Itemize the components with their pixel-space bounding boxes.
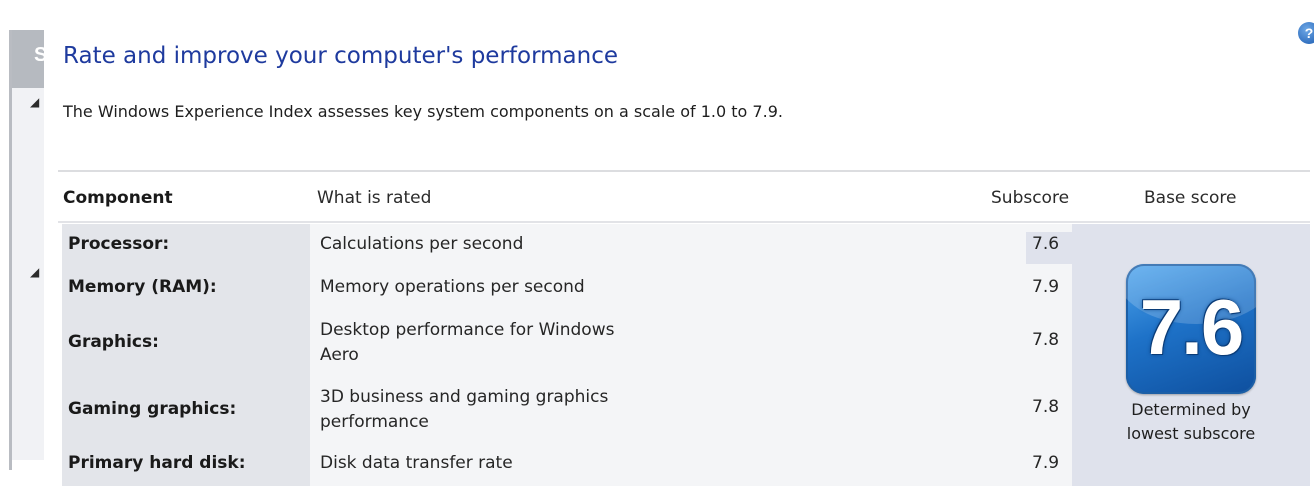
row-processor-subscore: 7.6	[1032, 234, 1060, 254]
row-gaming-graphics-subscore: 7.8	[1032, 397, 1060, 417]
row-graphics-component: Graphics:	[68, 332, 159, 352]
column-header-base-score: Base score	[1144, 188, 1237, 208]
row-hard-disk-component: Primary hard disk:	[68, 453, 246, 473]
row-hard-disk-subscore: 7.9	[1032, 453, 1060, 473]
row-gaming-graphics-what-rated-line1: 3D business and gaming graphics	[320, 387, 609, 407]
row-gaming-graphics-component: Gaming graphics:	[68, 399, 237, 419]
base-score-badge: 7.6	[1126, 264, 1256, 394]
page-description: The Windows Experience Index assesses ke…	[63, 102, 783, 121]
collapse-arrow-icon[interactable]: ◢	[30, 95, 39, 109]
row-processor-what-rated: Calculations per second	[320, 234, 524, 254]
base-score-caption: Determined by lowest subscore	[1100, 398, 1282, 446]
column-header-what-is-rated: What is rated	[317, 188, 432, 208]
row-graphics-what-rated-line2: Aero	[320, 345, 359, 365]
base-score-caption-line2: lowest subscore	[1126, 424, 1256, 443]
row-memory-what-rated: Memory operations per second	[320, 277, 585, 297]
row-processor-component: Processor:	[68, 234, 170, 254]
header-separator	[58, 221, 1310, 223]
base-score-value: 7.6	[1139, 283, 1244, 371]
column-header-component: Component	[63, 188, 173, 208]
collapse-arrow-icon[interactable]: ◢	[30, 265, 39, 279]
row-graphics-what-rated-line1: Desktop performance for Windows	[320, 320, 615, 340]
row-memory-component: Memory (RAM):	[68, 277, 217, 297]
page-title: Rate and improve your computer's perform…	[63, 43, 618, 69]
row-hard-disk-what-rated: Disk data transfer rate	[320, 453, 513, 473]
section-divider	[58, 170, 1310, 172]
row-graphics-subscore: 7.8	[1032, 330, 1060, 350]
row-gaming-graphics-what-rated-line2: performance	[320, 412, 429, 432]
base-score-caption-line1: Determined by	[1131, 400, 1251, 419]
left-panel: S ◢ ◢	[0, 0, 56, 496]
row-memory-subscore: 7.9	[1032, 277, 1060, 297]
column-header-subscore: Subscore	[991, 188, 1070, 208]
help-icon[interactable]: ?	[1298, 22, 1314, 44]
component-column	[62, 224, 310, 486]
